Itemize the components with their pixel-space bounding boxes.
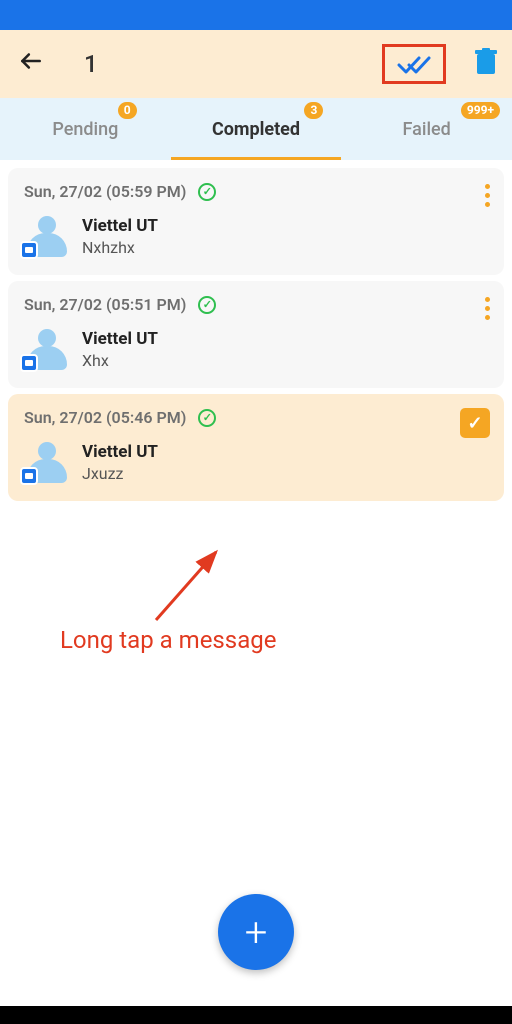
sms-badge-icon xyxy=(20,354,38,372)
avatar xyxy=(24,213,70,259)
selection-toolbar: 1 xyxy=(0,30,512,98)
plus-icon: + xyxy=(245,909,268,956)
delete-button[interactable] xyxy=(474,48,498,80)
message-text: Xhx xyxy=(82,351,158,370)
active-tab-underline xyxy=(171,157,342,160)
back-button[interactable] xyxy=(18,48,44,81)
message-text: Nxhzhx xyxy=(82,238,158,257)
message-card-selected[interactable]: Sun, 27/02 (05:46 PM) ✓ Viettel UT Jxuzz xyxy=(8,394,504,501)
sms-badge-icon xyxy=(20,241,38,259)
status-ok-icon xyxy=(198,409,216,427)
contact-name: Viettel UT xyxy=(82,442,158,462)
tabs: Pending 0 Completed 3 Failed 999+ xyxy=(0,98,512,160)
trash-icon xyxy=(474,48,498,76)
message-timestamp: Sun, 27/02 (05:46 PM) xyxy=(24,408,186,427)
tab-completed[interactable]: Completed 3 xyxy=(171,98,342,160)
more-menu-button[interactable] xyxy=(485,297,490,320)
message-card[interactable]: Sun, 27/02 (05:59 PM) Viettel UT Nxhzhx xyxy=(8,168,504,275)
message-list: Sun, 27/02 (05:59 PM) Viettel UT Nxhzhx … xyxy=(0,160,512,515)
message-timestamp: Sun, 27/02 (05:59 PM) xyxy=(24,182,186,201)
tab-badge: 999+ xyxy=(461,102,500,119)
tab-pending[interactable]: Pending 0 xyxy=(0,98,171,160)
tab-label: Completed xyxy=(212,119,300,140)
tab-label: Pending xyxy=(52,119,118,140)
contact-name: Viettel UT xyxy=(82,329,158,349)
fab-add-button[interactable]: + xyxy=(218,894,294,970)
tab-badge: 3 xyxy=(304,102,323,119)
avatar xyxy=(24,326,70,372)
tab-badge: 0 xyxy=(118,102,137,119)
selected-count: 1 xyxy=(84,50,98,78)
message-card[interactable]: Sun, 27/02 (05:51 PM) Viettel UT Xhx xyxy=(8,281,504,388)
annotation-text: Long tap a message xyxy=(60,626,276,654)
select-all-button[interactable] xyxy=(382,44,446,84)
status-ok-icon xyxy=(198,296,216,314)
more-menu-button[interactable] xyxy=(485,184,490,207)
nav-bar xyxy=(0,1006,512,1024)
double-check-icon xyxy=(397,53,431,75)
selected-check-icon[interactable]: ✓ xyxy=(460,408,490,438)
message-timestamp: Sun, 27/02 (05:51 PM) xyxy=(24,295,186,314)
annotation-arrow-icon xyxy=(146,540,236,630)
message-text: Jxuzz xyxy=(82,464,158,483)
status-ok-icon xyxy=(198,183,216,201)
tab-label: Failed xyxy=(403,119,451,140)
status-bar xyxy=(0,0,512,30)
tab-failed[interactable]: Failed 999+ xyxy=(341,98,512,160)
sms-badge-icon xyxy=(20,467,38,485)
contact-name: Viettel UT xyxy=(82,216,158,236)
avatar xyxy=(24,439,70,485)
